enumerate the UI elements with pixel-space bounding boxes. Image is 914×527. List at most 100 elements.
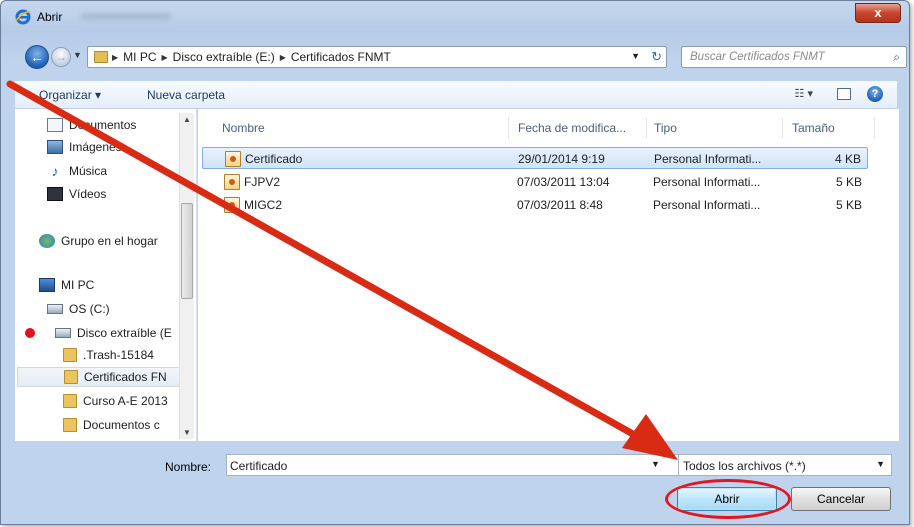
address-dropdown-icon[interactable]: ▼ <box>631 51 640 61</box>
column-divider[interactable] <box>646 117 647 139</box>
sidebar-item-label: Vídeos <box>69 187 107 201</box>
file-row-certificado[interactable]: Certificado 29/01/2014 9:19 Personal Inf… <box>202 147 868 169</box>
open-file-dialog: Abrir x ← → ▼ ▶ MI PC ▶ Disco extraíble … <box>0 0 910 525</box>
breadcrumb: ▶ MI PC ▶ Disco extraíble (E:) ▶ Certifi… <box>112 50 391 64</box>
file-date: 07/03/2011 13:04 <box>517 175 610 189</box>
certificate-file-icon <box>224 174 240 190</box>
close-button[interactable]: x <box>855 3 901 23</box>
back-button[interactable]: ← <box>25 45 49 69</box>
certificate-file-icon <box>224 197 240 213</box>
organize-button[interactable]: Organizar ▾ <box>39 88 101 102</box>
sidebar-item-label: Imágenes <box>69 140 122 154</box>
sidebar-item-trash[interactable]: .Trash-15184 <box>63 345 196 365</box>
sidebar-item-label: MI PC <box>61 278 95 292</box>
column-header-size[interactable]: Tamaño <box>792 121 835 135</box>
sidebar-item-curso[interactable]: Curso A-E 2013 <box>63 391 196 411</box>
sidebar-item-label: Disco extraíble (E <box>77 326 172 340</box>
search-icon[interactable]: ⌕ <box>893 50 900 65</box>
sidebar-item-os-c[interactable]: OS (C:) <box>47 299 196 319</box>
chevron-right-icon: ▶ <box>279 52 286 62</box>
file-row-fjpv2[interactable]: FJPV2 07/03/2011 13:04 Personal Informat… <box>202 171 868 193</box>
music-icon: ♪ <box>51 163 59 179</box>
forward-button[interactable]: → <box>51 47 71 67</box>
address-bar[interactable]: ▶ MI PC ▶ Disco extraíble (E:) ▶ Certifi… <box>87 46 667 68</box>
homegroup-icon <box>39 234 55 248</box>
sidebar-item-mi-pc[interactable]: MI PC <box>39 275 196 295</box>
folder-icon <box>63 418 77 432</box>
file-type: Personal Informati... <box>653 198 761 212</box>
sidebar-item-documentos-c[interactable]: Documentos c <box>63 415 196 435</box>
file-name-value: Certificado <box>230 459 288 473</box>
sidebar-item-label: .Trash-15184 <box>83 348 154 362</box>
blurred-title-text <box>81 13 171 20</box>
title-bar[interactable]: Abrir x <box>1 1 909 31</box>
file-name-input[interactable]: Certificado <box>226 454 680 476</box>
sidebar-item-label: Música <box>69 164 108 178</box>
chevron-down-icon[interactable]: ▼ <box>876 459 885 469</box>
folder-icon <box>63 394 77 408</box>
search-input[interactable]: Buscar Certificados FNMT ⌕ <box>681 46 907 68</box>
file-date: 07/03/2011 8:48 <box>517 198 603 212</box>
sidebar-item-label: Certificados FN <box>84 370 167 384</box>
column-header-name[interactable]: Nombre <box>222 121 265 135</box>
column-divider[interactable] <box>874 117 875 139</box>
new-folder-button[interactable]: Nueva carpeta <box>147 88 225 102</box>
scroll-down-icon[interactable]: ▼ <box>183 428 191 437</box>
sidebar-item-disco-extraible[interactable]: Disco extraíble (E <box>55 323 196 343</box>
cancel-button[interactable]: Cancelar <box>791 487 891 511</box>
search-placeholder: Buscar Certificados FNMT <box>690 51 825 63</box>
file-size: 4 KB <box>834 152 861 166</box>
column-divider[interactable] <box>508 117 509 139</box>
chevron-down-icon[interactable]: ▼ <box>651 459 660 469</box>
sidebar-scrollbar[interactable]: ▲ ▼ <box>179 113 194 439</box>
sidebar-item-documentos[interactable]: Documentos <box>47 115 196 135</box>
column-header-type[interactable]: Tipo <box>654 121 677 135</box>
refresh-icon[interactable]: ↻ <box>651 49 662 65</box>
folder-icon <box>64 370 78 384</box>
documents-icon <box>47 118 63 132</box>
red-marker-dot <box>25 328 35 338</box>
change-view-button[interactable]: ☷ ▾ <box>795 87 813 100</box>
breadcrumb-certificados[interactable]: Certificados FNMT <box>291 50 391 64</box>
file-name: FJPV2 <box>244 175 281 189</box>
scroll-up-icon[interactable]: ▲ <box>183 115 191 124</box>
folder-icon <box>63 348 77 362</box>
scrollbar-thumb[interactable] <box>181 203 193 299</box>
sidebar-item-videos[interactable]: Vídeos <box>47 184 196 204</box>
column-header-date[interactable]: Fecha de modifica... <box>518 121 626 135</box>
sidebar-item-label: Documentos <box>69 118 137 132</box>
file-type-value: Todos los archivos (*.*) <box>683 459 806 473</box>
breadcrumb-removable-disk[interactable]: Disco extraíble (E:) <box>173 50 275 64</box>
sidebar-item-grupo-hogar[interactable]: Grupo en el hogar <box>39 231 196 251</box>
sidebar-item-certificados[interactable]: Certificados FN <box>17 367 181 387</box>
computer-icon <box>39 278 55 292</box>
file-row-migc2[interactable]: MIGC2 07/03/2011 8:48 Personal Informati… <box>202 194 868 216</box>
window-title: Abrir <box>37 10 63 24</box>
help-icon[interactable]: ? <box>867 86 883 102</box>
sidebar-item-label: Curso A-E 2013 <box>83 394 168 408</box>
breadcrumb-my-pc[interactable]: MI PC <box>123 50 156 64</box>
column-divider[interactable] <box>782 117 783 139</box>
navigation-pane: Documentos Imágenes ♪ Música Vídeos Grup… <box>15 109 197 441</box>
file-type: Personal Informati... <box>654 152 762 166</box>
navigation-bar: ← → ▼ ▶ MI PC ▶ Disco extraíble (E:) ▶ C… <box>1 41 909 71</box>
file-size: 5 KB <box>835 198 862 212</box>
file-type: Personal Informati... <box>653 175 761 189</box>
pictures-icon <box>47 140 63 154</box>
file-name-label: Nombre: <box>165 460 212 474</box>
videos-icon <box>47 187 63 201</box>
folder-icon <box>94 51 108 63</box>
sidebar-item-label: OS (C:) <box>69 302 110 316</box>
sidebar-item-imagenes[interactable]: Imágenes <box>47 137 196 157</box>
file-list: Nombre Fecha de modifica... Tipo Tamaño … <box>198 109 899 441</box>
sidebar-item-musica[interactable]: ♪ Música <box>47 161 196 181</box>
preview-pane-icon[interactable] <box>837 88 851 100</box>
internet-explorer-icon <box>15 9 31 25</box>
recent-pages-dropdown[interactable]: ▼ <box>73 50 82 60</box>
file-size: 5 KB <box>835 175 862 189</box>
file-name: MIGC2 <box>244 198 283 212</box>
dialog-footer: Nombre: Certificado ▼ Todos los archivos… <box>15 445 899 523</box>
file-date: 29/01/2014 9:19 <box>518 152 605 166</box>
file-type-select[interactable]: Todos los archivos (*.*) ▼ <box>678 454 892 476</box>
sidebar-item-label: Grupo en el hogar <box>61 234 158 248</box>
